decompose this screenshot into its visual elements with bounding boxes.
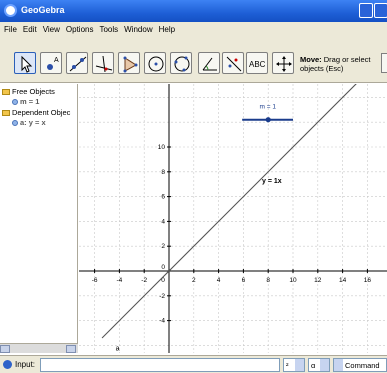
y-tick-label: 2 bbox=[161, 243, 165, 250]
visibility-bullet-icon[interactable] bbox=[12, 120, 18, 126]
circle-three-points-tool-button[interactable] bbox=[170, 52, 192, 74]
y-tick-label: -2 bbox=[159, 293, 165, 300]
chevron-down-icon[interactable] bbox=[320, 359, 329, 371]
symbol-combo-1[interactable]: ² bbox=[283, 358, 305, 372]
line-through-points-icon bbox=[69, 56, 87, 72]
geogebra-logo-icon bbox=[4, 4, 17, 17]
reflect-icon bbox=[226, 56, 242, 72]
scroll-right-arrow-icon[interactable] bbox=[66, 345, 76, 353]
y-tick-label: 0 bbox=[161, 264, 165, 271]
toolbar-overflow-button[interactable] bbox=[381, 53, 387, 73]
command-combo[interactable]: Command ... bbox=[333, 358, 387, 373]
cursor-arrow-icon bbox=[21, 55, 33, 73]
menu-help[interactable]: Help bbox=[159, 25, 175, 34]
x-tick-label: 16 bbox=[364, 277, 372, 284]
x-tick-label: 4 bbox=[217, 277, 221, 284]
minimize-button[interactable] bbox=[359, 3, 373, 18]
circle-center-icon bbox=[148, 56, 164, 72]
title-bar: GeoGebra bbox=[0, 0, 387, 22]
y-tick-label: -4 bbox=[159, 318, 165, 325]
graphics-view[interactable]: -6 -4 -2 0 2 4 6 8 10 12 14 16 10 8 6 4 2 0 -2 -4 y = 1x a m =… bbox=[79, 84, 387, 353]
input-label: Input: bbox=[15, 360, 36, 369]
dependent-objects-header[interactable]: Dependent Objec bbox=[2, 108, 70, 117]
text-abc-icon: ABC bbox=[249, 60, 266, 69]
svg-text:A: A bbox=[54, 57, 59, 64]
chevron-down-icon[interactable] bbox=[334, 359, 343, 371]
toolbar: A ABC Move: Drag or select objects (Esc) bbox=[0, 36, 387, 83]
chevron-down-icon[interactable] bbox=[295, 359, 304, 371]
move-tool-button[interactable] bbox=[14, 52, 36, 74]
menu-options[interactable]: Options bbox=[66, 25, 94, 34]
algebra-horizontal-scrollbar[interactable] bbox=[0, 343, 78, 353]
window-title: GeoGebra bbox=[21, 5, 65, 15]
x-tick-label: 2 bbox=[192, 277, 196, 284]
perpendicular-tool-button[interactable] bbox=[92, 52, 114, 74]
menu-bar: File Edit View Options Tools Window Help bbox=[0, 22, 387, 36]
circle-tool-button[interactable] bbox=[144, 52, 166, 74]
tool-help-title: Move: bbox=[300, 55, 322, 64]
reflect-tool-button[interactable] bbox=[222, 52, 244, 74]
point-icon: A bbox=[47, 57, 59, 70]
perpendicular-line-icon bbox=[95, 55, 113, 73]
x-tick-label: -4 bbox=[117, 277, 123, 284]
graphics-canvas[interactable]: -6 -4 -2 0 2 4 6 8 10 12 14 161086420-2-4y = 1xam =… bbox=[79, 84, 387, 353]
text-tool-button[interactable]: ABC bbox=[246, 52, 268, 74]
input-bar: Input: ² α Command ... bbox=[0, 355, 387, 373]
input-field[interactable] bbox=[40, 358, 280, 372]
move-view-tool-button[interactable] bbox=[272, 52, 294, 74]
polygon-icon bbox=[123, 56, 138, 73]
line-name-label: a bbox=[116, 345, 120, 352]
algebra-item-m[interactable]: m = 1 bbox=[12, 97, 39, 106]
x-tick-label: 10 bbox=[289, 277, 297, 284]
x-tick-label: 6 bbox=[242, 277, 246, 284]
algebra-view: Free Objects m = 1 Dependent Objec a: y … bbox=[0, 84, 78, 345]
angle-icon bbox=[202, 57, 217, 71]
menu-window[interactable]: Window bbox=[124, 25, 152, 34]
angle-tool-button[interactable] bbox=[198, 52, 220, 74]
x-tick-label: -2 bbox=[141, 277, 147, 284]
slider-knob bbox=[265, 117, 271, 123]
menu-tools[interactable]: Tools bbox=[99, 25, 118, 34]
symbol-combo-2[interactable]: α bbox=[308, 358, 330, 372]
menu-edit[interactable]: Edit bbox=[23, 25, 37, 34]
scroll-left-arrow-icon[interactable] bbox=[0, 345, 10, 353]
input-help-icon[interactable] bbox=[3, 360, 12, 369]
x-tick-label: 12 bbox=[314, 277, 322, 284]
y-tick-label: 6 bbox=[161, 194, 165, 201]
svg-text:ABC: ABC bbox=[249, 60, 266, 69]
y-tick-label: 4 bbox=[161, 218, 165, 225]
menu-view[interactable]: View bbox=[43, 25, 60, 34]
polygon-tool-button[interactable] bbox=[118, 52, 140, 74]
line-tool-button[interactable] bbox=[66, 52, 88, 74]
x-tick-label: -6 bbox=[92, 277, 98, 284]
algebra-item-a[interactable]: a: y = x bbox=[12, 118, 46, 127]
free-objects-header[interactable]: Free Objects bbox=[2, 87, 55, 96]
point-tool-button[interactable]: A bbox=[40, 52, 62, 74]
y-tick-label: 8 bbox=[161, 169, 165, 176]
visibility-bullet-icon[interactable] bbox=[12, 99, 18, 105]
x-tick-label: 8 bbox=[266, 277, 270, 284]
move-graphics-view-icon bbox=[276, 56, 292, 72]
slider-label: m = 1 bbox=[260, 104, 277, 111]
y-tick-label: 10 bbox=[158, 144, 166, 151]
maximize-button[interactable] bbox=[374, 3, 387, 18]
circle-three-points-icon bbox=[174, 56, 190, 72]
tool-help: Move: Drag or select objects (Esc) bbox=[300, 55, 380, 73]
folder-icon bbox=[2, 89, 10, 95]
function-label: y = 1x bbox=[262, 178, 282, 185]
menu-file[interactable]: File bbox=[4, 25, 17, 34]
x-tick-label: 14 bbox=[339, 277, 347, 284]
folder-icon bbox=[2, 110, 10, 116]
